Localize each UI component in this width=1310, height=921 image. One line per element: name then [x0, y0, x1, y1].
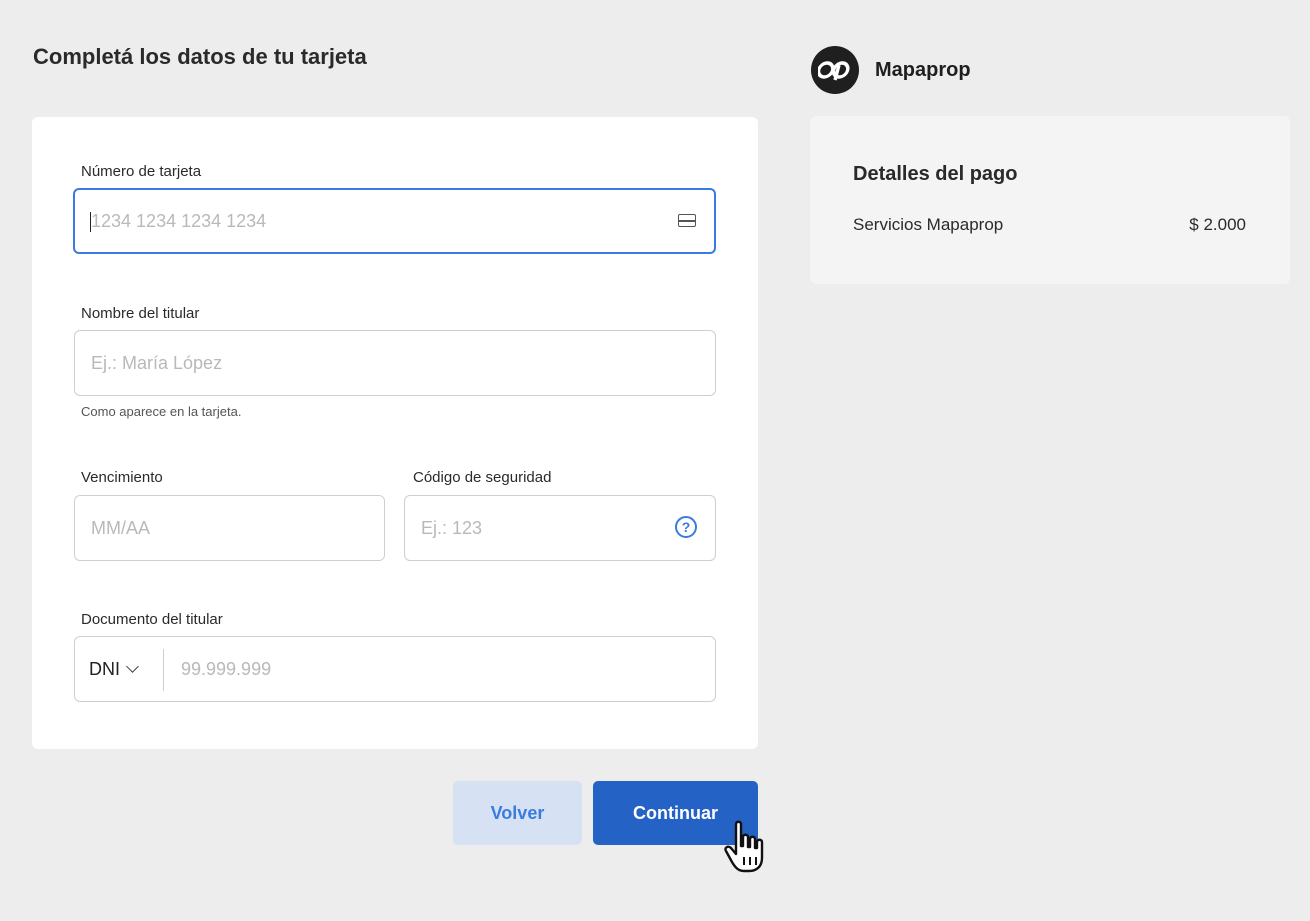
holder-name-field[interactable] [74, 330, 716, 396]
payment-summary: Detalles del pago Servicios Mapaprop $ 2… [810, 116, 1290, 284]
document-field: DNI [74, 636, 716, 702]
expiry-input[interactable] [91, 496, 339, 560]
document-type-select[interactable]: DNI [75, 637, 163, 701]
merchant-logo [811, 46, 859, 94]
document-divider [163, 649, 164, 691]
merchant-logo-mark [818, 61, 850, 81]
hand-pointer-icon [724, 820, 764, 873]
document-type-value: DNI [89, 658, 120, 679]
card-number-label: Número de tarjeta [81, 163, 202, 180]
security-code-field[interactable]: ? [404, 495, 716, 561]
summary-item-label: Servicios Mapaprop [853, 215, 1004, 234]
merchant-brand: Mapaprop [811, 46, 971, 94]
document-number-input[interactable] [181, 637, 629, 701]
card-number-field[interactable] [73, 188, 716, 254]
merchant-name: Mapaprop [875, 58, 971, 81]
credit-card-icon [678, 214, 696, 227]
holder-name-hint: Como aparece en la tarjeta. [81, 404, 242, 419]
question-circle-icon[interactable]: ? [675, 516, 697, 538]
card-form-panel: Número de tarjeta Nombre del titular Com… [32, 117, 758, 749]
security-code-input[interactable] [421, 496, 669, 560]
holder-name-label: Nombre del titular [81, 305, 200, 322]
holder-name-input[interactable] [91, 331, 603, 395]
security-code-label: Código de seguridad [413, 469, 552, 486]
document-label: Documento del titular [81, 611, 223, 628]
summary-item-amount: $ 2.000 [1189, 215, 1246, 234]
page-title: Completá los datos de tu tarjeta [33, 44, 367, 69]
expiry-field[interactable] [74, 495, 385, 561]
summary-title: Detalles del pago [853, 163, 1018, 185]
chevron-down-icon [126, 660, 139, 673]
expiry-label: Vencimiento [81, 469, 163, 486]
back-button[interactable]: Volver [453, 781, 582, 845]
card-number-input[interactable] [91, 190, 603, 252]
